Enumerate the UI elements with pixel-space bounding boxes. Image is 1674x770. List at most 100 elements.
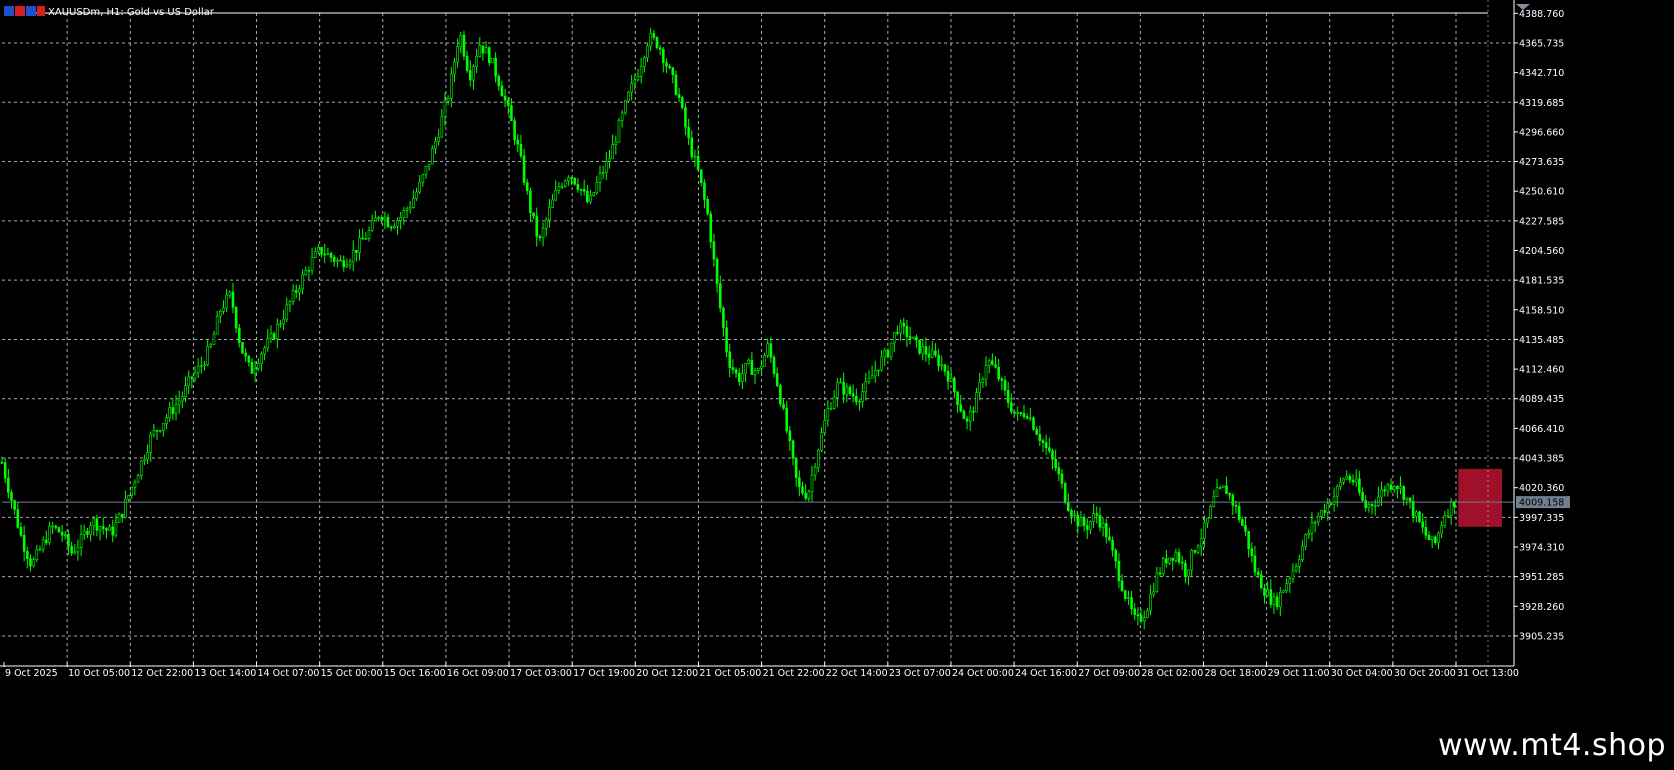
- candle-body: [1329, 503, 1333, 505]
- candle-body: [750, 359, 754, 375]
- candle-body: [728, 351, 732, 368]
- candle-body: [930, 350, 934, 358]
- candle-body: [1253, 555, 1257, 573]
- candle-body: [1196, 545, 1200, 553]
- candle-body: [190, 376, 194, 379]
- candle-body: [1029, 417, 1032, 420]
- candle-body: [424, 165, 428, 176]
- candle-body: [1237, 505, 1241, 520]
- candle-body: [544, 219, 548, 229]
- candle-body: [658, 47, 662, 50]
- candle-body: [44, 539, 48, 544]
- candle-body: [1082, 517, 1086, 526]
- candle-body: [848, 386, 852, 394]
- candle-body: [1260, 574, 1263, 589]
- candle-body: [10, 492, 13, 501]
- candle-body: [1443, 515, 1447, 526]
- candle-body: [26, 550, 29, 559]
- candle-body: [624, 100, 627, 114]
- candle-body: [1383, 489, 1387, 492]
- candle-body: [1022, 413, 1026, 417]
- candle-body: [978, 382, 982, 393]
- candle-body: [573, 177, 576, 185]
- candle-body: [32, 559, 35, 567]
- candle-body: [440, 116, 444, 138]
- candle-body: [92, 518, 96, 527]
- y-tick-label: 4342.710: [1519, 68, 1564, 79]
- candle-body: [747, 359, 751, 364]
- candle-body: [1247, 531, 1250, 550]
- candle-body: [1351, 479, 1355, 483]
- candle-body: [1215, 487, 1219, 498]
- candle-body: [1408, 497, 1412, 502]
- candle-body: [1320, 510, 1323, 517]
- y-tick-label: 4365.735: [1519, 38, 1564, 49]
- price-chart[interactable]: 4388.760 4365.735 4342.710 4319.685 4296.660…: [0, 0, 1674, 730]
- candle-body: [63, 534, 67, 536]
- candle-body: [231, 291, 235, 308]
- candle-body: [949, 377, 953, 382]
- candle-body: [772, 357, 776, 374]
- candle-body: [38, 548, 42, 551]
- candle-body: [1358, 478, 1361, 493]
- candle-body: [560, 185, 564, 188]
- candle-body: [899, 322, 902, 334]
- candle-body: [108, 526, 111, 531]
- candle-body: [972, 410, 975, 413]
- x-tick-label: 22 Oct 14:00: [826, 668, 888, 679]
- x-tick-label: 14 Oct 07:00: [258, 668, 320, 679]
- candle-body: [997, 366, 1000, 380]
- candle-body: [877, 369, 880, 372]
- candle-body: [956, 391, 959, 405]
- candle-body: [1266, 589, 1269, 596]
- y-tick-label: 4319.685: [1519, 98, 1564, 109]
- y-tick-label: 4273.635: [1519, 157, 1564, 168]
- candle-body: [415, 191, 418, 199]
- candle-body: [744, 363, 747, 374]
- candle-body: [120, 513, 124, 518]
- candle-body: [117, 513, 121, 523]
- candle-body: [86, 530, 89, 535]
- candle-body: [238, 327, 241, 343]
- candle-body: [1301, 546, 1304, 561]
- candle-body: [1177, 552, 1181, 563]
- candle-body: [253, 368, 257, 374]
- candle-body: [168, 407, 171, 418]
- chart-area[interactable]: 4388.760 4365.735 4342.710 4319.685 4296.660…: [0, 0, 1674, 770]
- candle-body: [839, 381, 842, 384]
- y-tick-label: 4158.510: [1519, 305, 1564, 316]
- candle-body: [1025, 416, 1029, 419]
- candle-body: [918, 339, 921, 354]
- candle-body: [16, 509, 20, 528]
- candle-body: [101, 526, 105, 529]
- candle-body: [0, 462, 4, 464]
- y-tick-label: 3997.335: [1519, 513, 1564, 524]
- candle-body: [946, 370, 950, 382]
- y-tick-label: 4250.610: [1519, 187, 1564, 198]
- candle-body: [1323, 510, 1326, 513]
- candle-body: [1048, 447, 1051, 452]
- candle-body: [1234, 505, 1238, 507]
- candle-body: [1256, 571, 1260, 576]
- candle-body: [661, 49, 665, 63]
- candle-body: [892, 332, 896, 344]
- candle-body: [1016, 412, 1019, 414]
- candle-body: [396, 220, 399, 227]
- candle-body: [595, 182, 599, 193]
- candle-body: [389, 226, 393, 229]
- candle-body: [1092, 513, 1095, 522]
- candle-body: [481, 45, 485, 54]
- candle-body: [405, 208, 409, 211]
- candle-body: [225, 294, 228, 309]
- candle-body: [741, 373, 744, 382]
- candle-body: [487, 47, 491, 64]
- candle-body: [836, 382, 839, 398]
- candle-body: [1111, 539, 1114, 551]
- candle-body: [1348, 475, 1352, 481]
- candle-body: [1184, 562, 1187, 577]
- candle-body: [756, 368, 760, 372]
- candle-body: [468, 70, 472, 81]
- candle-body: [177, 400, 181, 405]
- candle-body: [244, 352, 247, 357]
- y-tick-label: 4112.460: [1519, 365, 1564, 376]
